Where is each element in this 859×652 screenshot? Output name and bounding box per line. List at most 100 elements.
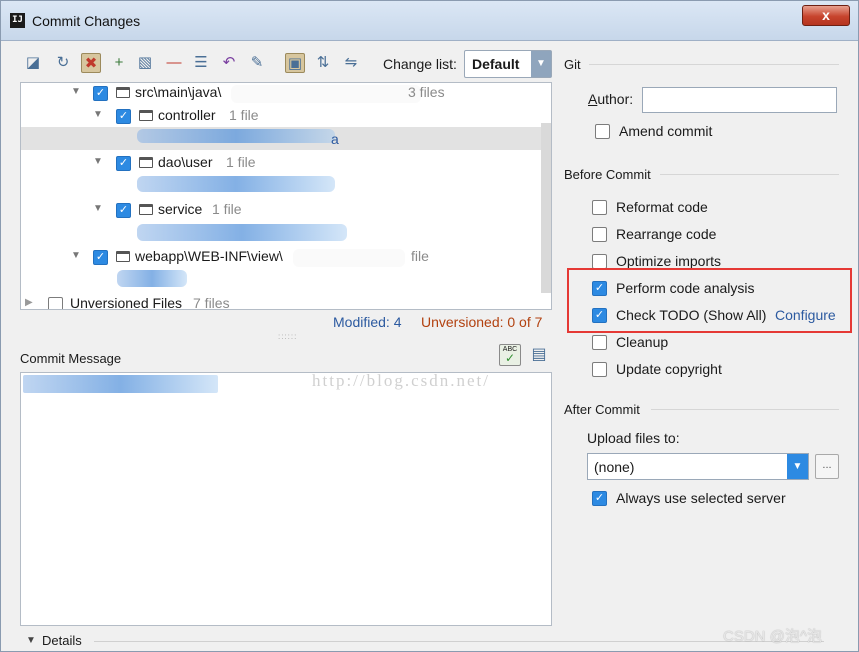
checkbox[interactable] (592, 254, 607, 269)
chevron-down-icon: ▼ (26, 635, 36, 646)
tree-row-count: file (411, 248, 429, 264)
commit-message-textarea[interactable] (20, 372, 552, 626)
after-commit-title: After Commit (564, 402, 640, 417)
edit-icon[interactable]: ✎ (247, 53, 267, 73)
changes-toolbar: ◪ ↻ ✖ + ▧ — ☰ ↶ ✎ ▣ ⇅ ⇋ Change list: Def… (21, 50, 561, 78)
tree-row[interactable]: ▼ ✓ dao\user 1 file (21, 153, 551, 175)
diff-icon[interactable]: ✖ (81, 53, 101, 73)
group-icon[interactable]: ☰ (191, 53, 211, 73)
window-title: Commit Changes (32, 13, 141, 29)
show-module-icon[interactable]: ▣ (285, 53, 305, 73)
tree-row-label: src\main\java\ (135, 84, 222, 100)
checkbox[interactable] (592, 227, 607, 242)
optimize-imports-label: Optimize imports (616, 253, 722, 269)
rearrange-code-label: Rearrange code (616, 226, 717, 242)
csdn-watermark: CSDN @泡^泡 (723, 628, 822, 645)
collapse-all-icon[interactable]: ⇋ (341, 53, 361, 73)
details-toggle[interactable]: ▼ Details (20, 633, 840, 649)
expand-triangle-icon[interactable]: ▼ (71, 86, 81, 97)
expand-triangle-icon[interactable]: ▼ (71, 250, 81, 261)
tree-row[interactable]: ▼ ✓ service 1 file (21, 200, 551, 222)
close-button[interactable]: x (802, 5, 850, 26)
tree-row-count: 1 file (212, 201, 242, 217)
tree-row-checkbox[interactable]: ✓ (93, 86, 108, 101)
annotation-highlight (567, 268, 852, 333)
always-use-server-label: Always use selected server (616, 490, 786, 506)
expand-triangle-icon[interactable]: ▼ (93, 156, 103, 167)
checkbox[interactable] (592, 200, 607, 215)
file-entry-redacted (137, 176, 335, 192)
reformat-code-label: Reformat code (616, 199, 708, 215)
folder-icon (116, 87, 130, 98)
change-list-value: Default (472, 56, 520, 72)
before-commit-title: Before Commit (564, 167, 651, 182)
checkbox[interactable] (592, 362, 607, 377)
upload-server-value: (none) (594, 459, 635, 475)
author-input[interactable] (642, 87, 837, 113)
tree-row[interactable]: ▼ ✓ src\main\java\ 3 files (21, 83, 551, 105)
checkbox[interactable]: ✓ (592, 491, 607, 506)
vcs-icon[interactable]: ◪ (23, 53, 43, 73)
change-list-select[interactable]: Default ▼ (464, 50, 552, 78)
tree-row-checkbox[interactable]: ✓ (48, 297, 63, 309)
title-bar: IJ Commit Changes x (1, 1, 858, 41)
add-icon[interactable]: + (109, 53, 129, 73)
update-copyright-label: Update copyright (616, 361, 722, 377)
file-entry-redacted (117, 270, 187, 287)
tree-row-checkbox[interactable]: ✓ (116, 109, 131, 124)
browse-servers-button[interactable]: ... (815, 454, 839, 479)
file-entry-redacted (137, 224, 347, 241)
spellcheck-icon[interactable]: ABC ✓ (499, 344, 521, 366)
tree-row-checkbox[interactable]: ✓ (93, 250, 108, 265)
tree-row-label: dao\user (158, 154, 213, 170)
intellij-app-icon: IJ (10, 13, 25, 28)
tree-row-label: service (158, 201, 203, 217)
tree-row-count: 1 file (229, 107, 259, 123)
chevron-down-icon: ▼ (787, 454, 808, 479)
git-section-title: Git (564, 57, 581, 72)
checkbox[interactable] (592, 335, 607, 350)
tree-row-count: 1 file (226, 154, 256, 170)
tree-row-checkbox[interactable]: ✓ (116, 156, 131, 171)
chevron-down-icon: ▼ (531, 51, 551, 77)
folder-icon (116, 251, 130, 262)
unversioned-count[interactable]: Unversioned: 0 of 7 (421, 314, 542, 330)
refresh-icon[interactable]: ↻ (53, 53, 73, 73)
expand-triangle-icon[interactable]: ▼ (93, 203, 103, 214)
commit-changes-window: IJ Commit Changes x ◪ ↻ ✖ + ▧ — ☰ ↶ ✎ ▣ … (0, 0, 859, 652)
tree-row[interactable]: ▶ ✓ Unversioned Files 7 files (21, 294, 551, 310)
tree-row-count: 3 files (408, 84, 445, 100)
tree-row-label: webapp\WEB-INF\view\ (135, 248, 283, 264)
upload-files-label: Upload files to: (587, 430, 680, 446)
folder-icon (139, 157, 153, 168)
folder-icon (139, 110, 153, 121)
commit-history-icon[interactable]: ▤ (528, 344, 550, 366)
revert-icon[interactable]: ↶ (219, 53, 239, 73)
watermark: http://blog.csdn.net/ (312, 371, 490, 390)
commit-message-label: Commit Message (20, 351, 122, 366)
remove-icon[interactable]: — (164, 53, 184, 73)
tree-row[interactable]: ▼ ✓ controller 1 file (21, 106, 551, 128)
tree-row[interactable]: ▼ ✓ webapp\WEB-INF\view\ file (21, 247, 551, 269)
tree-row-label: a (331, 131, 339, 147)
splitter-handle[interactable]: :::::: (278, 332, 297, 341)
modified-count: Modified: 4 (333, 314, 402, 330)
expand-all-icon[interactable]: ⇅ (313, 53, 333, 73)
changes-tree[interactable]: ▼ ✓ src\main\java\ 3 files ▼ ✓ controlle… (20, 82, 552, 310)
tree-row[interactable]: a (21, 127, 551, 150)
tree-row-checkbox[interactable]: ✓ (116, 203, 131, 218)
amend-commit-label: Amend commit (619, 123, 713, 139)
expand-triangle-icon[interactable]: ▼ (93, 109, 103, 120)
commit-message-redacted (23, 375, 218, 393)
tree-row-count: 7 files (193, 295, 230, 310)
upload-server-select[interactable]: (none) ▼ (587, 453, 809, 480)
tree-scrollbar[interactable] (541, 123, 551, 293)
cleanup-label: Cleanup (616, 334, 669, 350)
details-label: Details (42, 633, 82, 648)
change-list-label: Change list: (383, 56, 457, 72)
collapsed-triangle-icon[interactable]: ▶ (25, 297, 33, 308)
move-icon[interactable]: ▧ (135, 53, 155, 73)
checkbox[interactable] (595, 124, 610, 139)
tree-row-label: controller (158, 107, 216, 123)
folder-icon (139, 204, 153, 215)
